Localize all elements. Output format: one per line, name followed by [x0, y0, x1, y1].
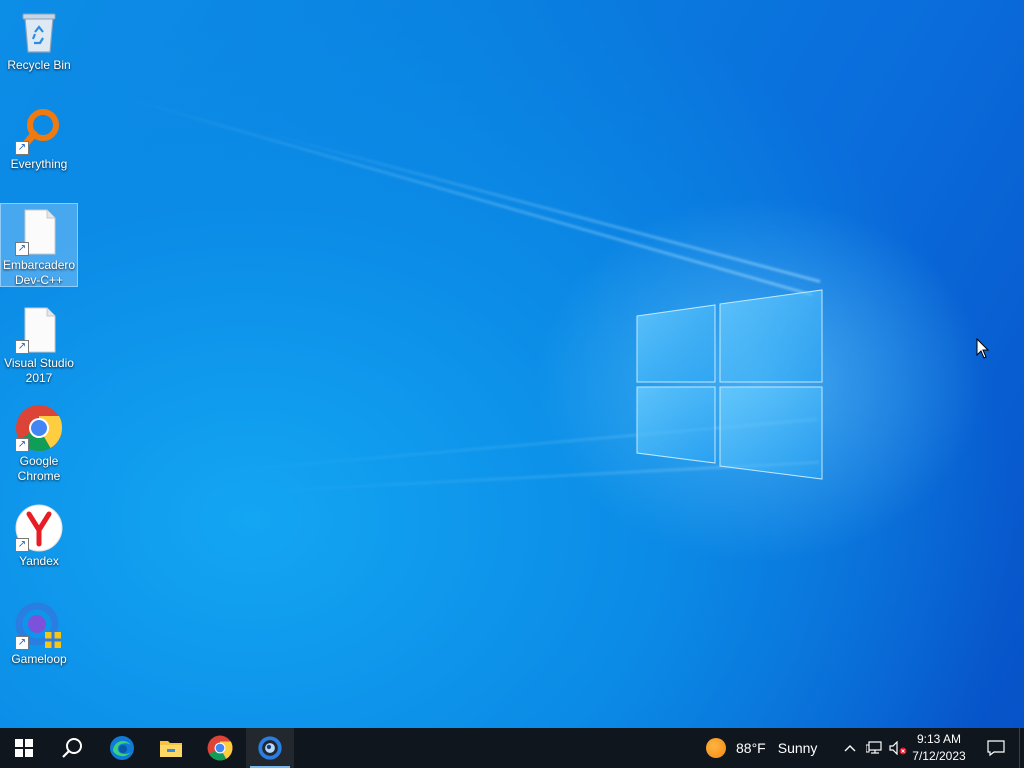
windows-logo-wallpaper: [636, 289, 823, 480]
shortcut-arrow-icon: ↗: [15, 340, 29, 354]
notification-icon: [987, 740, 1005, 757]
desktop-icon-label: Embarcadero Dev-C++: [3, 258, 76, 287]
clock[interactable]: 9:13 AM 7/12/2023: [906, 731, 972, 765]
start-button[interactable]: [0, 728, 48, 768]
gameloop-icon: [258, 736, 282, 760]
weather-temperature: 88°F: [736, 740, 766, 756]
desktop-icon-google-chrome[interactable]: ↗ Google Chrome: [1, 400, 77, 486]
blank-document-icon: ↗: [15, 306, 63, 354]
shortcut-arrow-icon: ↗: [15, 242, 29, 256]
desktop-icon-label: Everything: [10, 157, 68, 171]
chevron-up-icon: [844, 745, 856, 752]
taskbar: 88°F Sunny 9:13 AM 7/12/2023: [0, 728, 1024, 768]
network-button[interactable]: [862, 728, 886, 768]
desktop[interactable]: Recycle Bin ↗ Everything ↗ Embarcadero D…: [0, 0, 1024, 728]
chrome-icon: [207, 735, 233, 761]
search-icon: [62, 738, 82, 758]
chrome-taskbar-button[interactable]: [196, 728, 244, 768]
blank-document-icon: ↗: [15, 208, 63, 256]
desktop-icon-label: Gameloop: [11, 652, 67, 666]
edge-button[interactable]: [98, 728, 146, 768]
folder-icon: [160, 741, 182, 757]
desktop-icon-label: Recycle Bin: [7, 58, 71, 72]
show-desktop-button[interactable]: [1019, 728, 1024, 768]
sun-icon: [706, 738, 726, 758]
desktop-icon-label: Google Chrome: [17, 454, 61, 483]
shortcut-arrow-icon: ↗: [15, 438, 29, 452]
everything-search-icon: ↗: [15, 107, 63, 155]
desktop-icon-label: Yandex: [19, 554, 59, 568]
clock-time: 9:13 AM: [916, 732, 962, 746]
mouse-cursor-icon: [976, 338, 990, 359]
shortcut-arrow-icon: ↗: [15, 636, 29, 650]
desktop-icon-label: Visual Studio 2017: [4, 356, 74, 385]
weather-condition: Sunny: [777, 740, 818, 756]
desktop-icon-visual-studio-2017[interactable]: ↗ Visual Studio 2017: [1, 302, 77, 388]
shortcut-arrow-icon: ↗: [15, 141, 29, 155]
desktop-icon-embarcadero-dev-cpp[interactable]: ↗ Embarcadero Dev-C++: [0, 203, 78, 287]
desktop-icon-recycle-bin[interactable]: Recycle Bin: [1, 4, 77, 75]
windows-icon: [15, 739, 33, 757]
show-hidden-icons-button[interactable]: [838, 728, 862, 768]
recycle-bin-icon: [15, 8, 63, 56]
network-icon: [866, 741, 882, 754]
desktop-icon-everything[interactable]: ↗ Everything: [1, 103, 77, 174]
desktop-icon-yandex[interactable]: ↗ Yandex: [1, 500, 77, 571]
system-tray: [838, 728, 910, 768]
yandex-icon: ↗: [15, 504, 63, 552]
edge-icon: [110, 736, 134, 760]
file-explorer-button[interactable]: [147, 728, 195, 768]
desktop-icon-gameloop[interactable]: ↗ Gameloop: [1, 598, 77, 669]
volume-muted-icon: [889, 741, 907, 755]
shortcut-arrow-icon: ↗: [15, 538, 29, 552]
search-button[interactable]: [48, 728, 96, 768]
gameloop-taskbar-button[interactable]: [246, 728, 294, 768]
clock-date: 7/12/2023: [912, 749, 966, 763]
gameloop-icon: ↗: [15, 602, 63, 650]
weather-widget[interactable]: 88°F Sunny: [706, 728, 817, 768]
chrome-icon: ↗: [15, 404, 63, 452]
action-center-button[interactable]: [976, 728, 1016, 768]
